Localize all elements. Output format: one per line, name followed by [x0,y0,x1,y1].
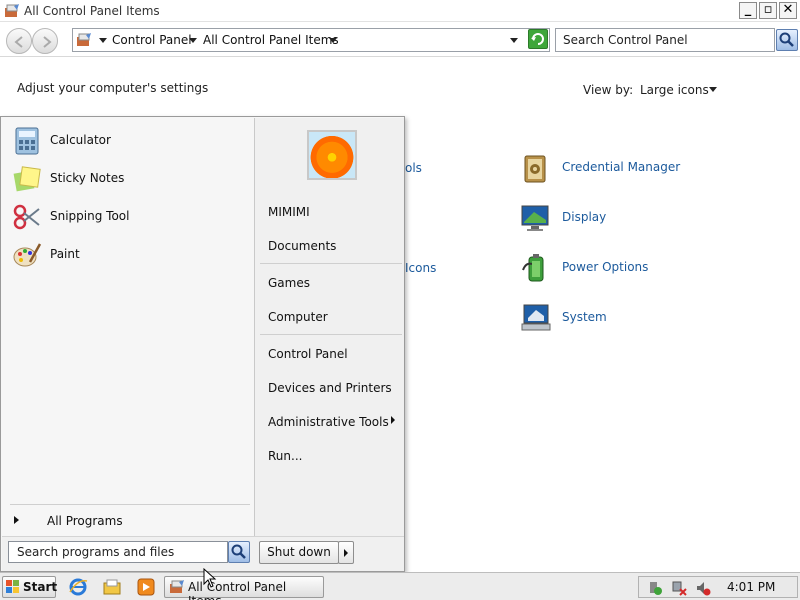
partial-item-label[interactable]: Icons [405,261,436,275]
back-button[interactable] [6,28,32,54]
start-search-placeholder: Search programs and files [17,545,175,559]
program-label: Paint [50,247,80,261]
close-button[interactable]: ✕ [779,2,797,19]
search-placeholder: Search Control Panel [563,33,688,47]
address-bar[interactable]: Control Panel All Control Panel Items [72,28,550,52]
start-menu: Calculator Sticky Notes Snipping Tool Pa… [0,116,405,572]
taskbar: Start All Control Panel Items 4:01 PM [0,572,800,600]
window-title: All Control Panel Items [24,4,160,18]
start-link-games[interactable]: Games [268,276,310,290]
start-link-devices-printers[interactable]: Devices and Printers [268,381,392,395]
paint-icon [13,243,42,267]
program-calculator[interactable]: Calculator [10,126,250,158]
breadcrumb-all-items[interactable]: All Control Panel Items [203,33,339,47]
program-label: Snipping Tool [50,209,130,223]
media-player-icon[interactable] [136,577,156,597]
view-by-dropdown[interactable]: Large icons [640,83,709,97]
start-search-button[interactable] [228,541,250,563]
divider [260,263,402,264]
refresh-icon [531,33,544,45]
program-label: Calculator [50,133,111,147]
program-sticky-notes[interactable]: Sticky Notes [10,164,250,196]
view-by-label: View by: [583,83,634,97]
power-options-icon [522,254,544,282]
internet-explorer-icon[interactable] [68,577,88,597]
address-history-dropdown-icon[interactable] [510,38,518,43]
forward-button[interactable] [32,28,58,54]
search-input[interactable]: Search Control Panel [555,28,775,52]
start-link-administrative-tools[interactable]: Administrative Tools [268,415,389,429]
system-icon [521,304,551,331]
minimize-button[interactable]: _ [739,2,757,19]
chevron-down-icon[interactable] [329,38,337,43]
program-label: Sticky Notes [50,171,125,185]
start-link-control-panel[interactable]: Control Panel [268,347,348,361]
mouse-cursor-icon [203,568,217,588]
chevron-right-icon [14,516,19,524]
shutdown-button[interactable]: Shut down [259,541,339,564]
back-arrow-icon [14,36,23,48]
control-panel-icon [5,4,19,17]
breadcrumb-control-panel[interactable]: Control Panel [112,33,192,47]
action-center-icon[interactable] [647,580,663,596]
cp-item-label: Display [562,210,607,224]
taskbar-window-control-panel[interactable]: All Control Panel Items [164,576,324,600]
display-icon [521,205,549,231]
sticky-notes-icon [13,166,41,192]
start-button[interactable]: Start [2,576,58,598]
search-icon [231,544,246,559]
start-search-input[interactable]: Search programs and files [8,541,228,563]
shutdown-options-button[interactable] [338,541,354,564]
refresh-button[interactable] [528,29,548,49]
title-bar: All Control Panel Items _ ▫ ✕ [0,0,800,22]
chevron-right-icon [391,416,395,424]
chevron-right-icon [344,549,348,557]
start-link-computer[interactable]: Computer [268,310,328,324]
system-tray: 4:01 PM [638,576,798,598]
all-programs-link[interactable]: All Programs [47,514,123,528]
start-link-user[interactable]: MIMIMI [268,205,310,219]
start-label: Start [23,580,58,594]
clock[interactable]: 4:01 PM [727,580,775,594]
control-panel-icon [77,33,91,46]
start-link-documents[interactable]: Documents [268,239,336,253]
breadcrumb-dropdown-icon[interactable] [99,38,107,43]
start-menu-footer: Search programs and files Shut down [2,536,404,571]
cp-item-label: Power Options [562,260,649,274]
start-menu-programs-pane: Calculator Sticky Notes Snipping Tool Pa… [2,118,254,536]
search-icon [779,32,794,47]
volume-muted-icon[interactable] [695,580,711,596]
control-panel-icon [170,580,184,593]
page-heading: Adjust your computer's settings [17,81,209,95]
program-paint[interactable]: Paint [10,240,250,272]
navigation-bar: Control Panel All Control Panel Items Se… [0,23,800,57]
chevron-down-icon[interactable] [709,87,717,92]
cp-item-label: Credential Manager [562,160,681,174]
program-snipping-tool[interactable]: Snipping Tool [10,202,250,234]
forward-arrow-icon [43,36,52,48]
user-avatar[interactable] [307,130,357,180]
divider [10,504,250,505]
partial-item-label[interactable]: ols [405,161,422,175]
chevron-down-icon[interactable] [189,38,197,43]
network-icon[interactable] [671,580,687,596]
search-button[interactable] [776,29,798,51]
start-menu-places-pane: MIMIMI Documents Games Computer Control … [254,118,404,536]
start-link-run[interactable]: Run... [268,449,302,463]
cp-item-label: System [562,310,607,324]
divider [260,334,402,335]
snipping-tool-icon [13,204,40,230]
windows-explorer-icon[interactable] [102,577,122,597]
maximize-button[interactable]: ▫ [759,2,777,19]
credential-manager-icon [524,155,546,183]
windows-logo-icon [6,580,19,593]
calculator-icon [15,127,39,155]
